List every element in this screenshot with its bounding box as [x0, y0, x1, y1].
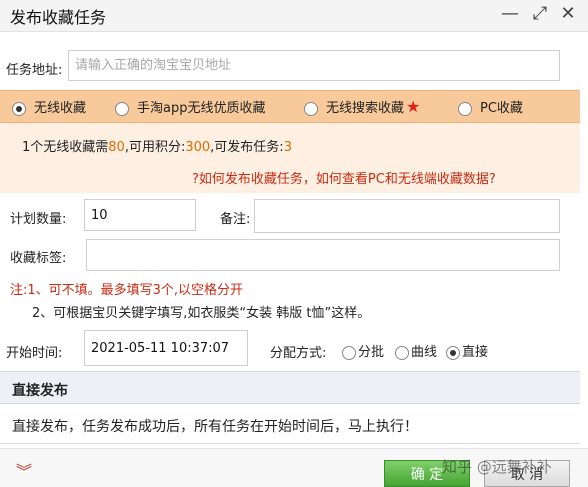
tasks-value: 3	[283, 140, 292, 155]
help-link[interactable]: ?如何发布收藏任务，如何查看PC和无线端收藏数据?	[192, 168, 496, 187]
task-url-input[interactable]	[68, 50, 560, 81]
option-pc-collect-label: PC收藏	[480, 101, 523, 116]
start-time-input[interactable]	[84, 330, 248, 366]
watermark: 知乎 @远舞补补	[442, 458, 552, 476]
tags-input[interactable]	[86, 239, 560, 271]
distribution-label: 分配方式:	[270, 346, 327, 361]
option-search-collect[interactable]: 无线搜索收藏 ★	[304, 97, 420, 116]
remark-input[interactable]	[254, 199, 560, 233]
minimize-icon[interactable]: —	[500, 4, 520, 24]
star-icon: ★	[406, 97, 421, 116]
radio-curve[interactable]	[395, 345, 409, 360]
direct-publish-heading: 直接发布	[12, 383, 68, 399]
distribution-batch-label: 分批	[358, 345, 385, 360]
points-info-text: ,可发布任务:	[210, 140, 284, 155]
option-app-quality-collect[interactable]: 手淘app无线优质收藏	[115, 97, 265, 116]
points-info-text: ,可用积分:	[124, 140, 186, 155]
distribution-curve-label: 曲线	[411, 345, 438, 360]
option-wireless-collect-label: 无线收藏	[34, 101, 87, 116]
maximize-icon[interactable]: ⤢	[530, 4, 550, 24]
remark-label: 备注:	[220, 212, 251, 227]
radio-batch[interactable]	[342, 345, 356, 360]
cost-value: 80	[108, 140, 125, 155]
points-info: 1个无线收藏需80,可用积分:300,可发布任务:3	[22, 136, 292, 155]
option-wireless-collect[interactable]: 无线收藏	[12, 97, 86, 116]
tags-note-2: 2、可根据宝贝关键字填写,如衣服类“女装 韩版 t恤”这样。	[32, 306, 371, 321]
distribution-batch[interactable]: 分批	[342, 341, 384, 360]
radio-app-quality-collect[interactable]	[115, 101, 129, 116]
option-search-collect-label: 无线搜索收藏	[326, 101, 405, 116]
radio-search-collect[interactable]	[304, 101, 318, 116]
close-icon[interactable]: ✕	[558, 4, 578, 24]
direct-publish-description: 直接发布，任务发布成功后，所有任务在开始时间后，马上执行！	[12, 419, 418, 435]
points-info-text: 1个无线收藏需	[22, 140, 109, 155]
points-value: 300	[185, 140, 211, 155]
tags-note-1: 注:1、可不填。最多填写3个,以空格分开	[10, 283, 244, 298]
tags-label: 收藏标签:	[10, 251, 67, 266]
quantity-input[interactable]	[84, 199, 196, 231]
start-time-label: 开始时间:	[6, 346, 63, 361]
option-app-quality-collect-label: 手淘app无线优质收藏	[137, 101, 266, 116]
expand-icon[interactable]: ︾	[16, 458, 32, 482]
distribution-curve[interactable]: 曲线	[395, 341, 437, 360]
option-pc-collect[interactable]: PC收藏	[458, 97, 523, 116]
distribution-direct[interactable]: 直接	[446, 341, 488, 360]
direct-publish-header	[0, 371, 580, 404]
dialog-title: 发布收藏任务	[10, 8, 107, 27]
radio-pc-collect[interactable]	[458, 101, 472, 116]
radio-direct[interactable]	[446, 345, 460, 360]
quantity-label: 计划数量:	[10, 212, 67, 227]
distribution-direct-label: 直接	[462, 345, 489, 360]
radio-wireless-collect[interactable]	[12, 101, 26, 116]
task-url-label: 任务地址:	[6, 63, 63, 78]
